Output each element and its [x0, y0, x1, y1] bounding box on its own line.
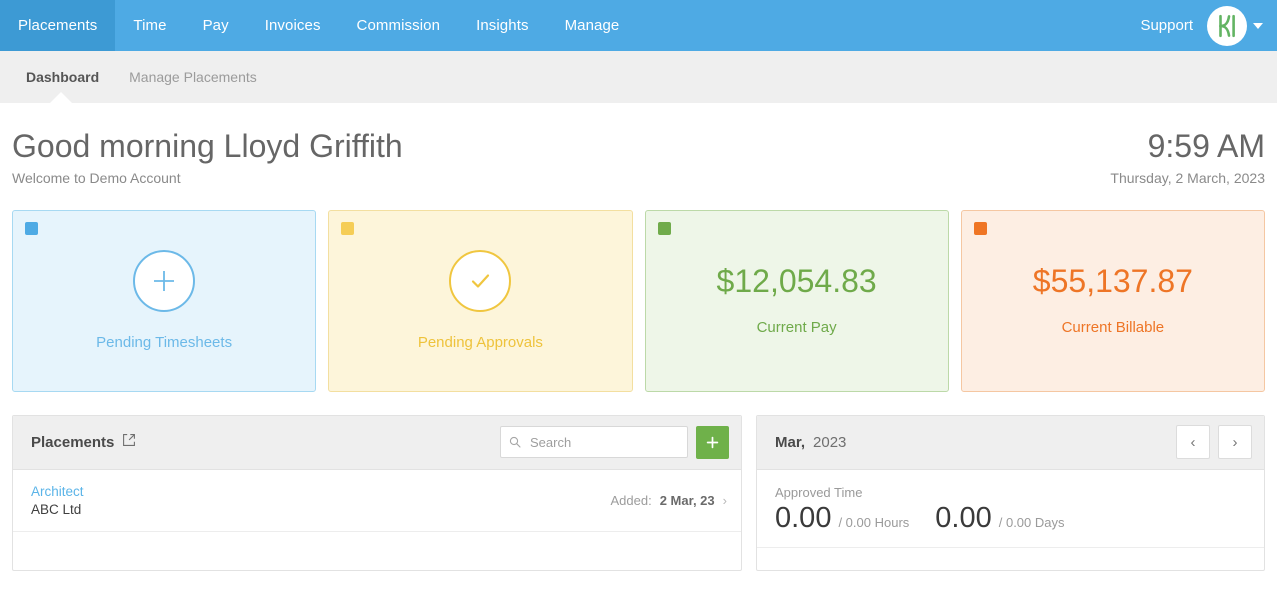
search-box[interactable]	[500, 426, 688, 459]
nav-item-manage[interactable]: Manage	[547, 0, 638, 51]
greeting-right: 9:59 AM Thursday, 2 March, 2023	[1110, 128, 1265, 186]
placement-meta: Added: 2 Mar, 23 ›	[611, 493, 727, 508]
approved-time-panel: Mar, 2023 ‹ › Approved Time 0.00 / 0.00 …	[756, 414, 1265, 571]
card-label: Current Pay	[756, 319, 837, 337]
support-link[interactable]: Support	[1140, 17, 1193, 34]
account-subtitle: Welcome to Demo Account	[12, 169, 181, 186]
year-label: 2023	[813, 433, 847, 451]
approved-panel-overflow	[757, 548, 1264, 570]
placement-company: ABC Ltd	[31, 501, 82, 517]
nav-item-placements[interactable]: Placements	[0, 0, 116, 51]
chevron-down-icon	[1253, 22, 1263, 29]
approved-days-total: / 0.00 Days	[998, 514, 1065, 530]
summary-cards: Pending Timesheets Pending Approvals $12…	[0, 186, 1277, 392]
search-input[interactable]	[528, 427, 687, 458]
card-value: $55,137.87	[1032, 263, 1193, 300]
month-label: Mar,	[775, 433, 806, 451]
placements-panel-header: Placements	[13, 415, 741, 470]
placements-header-controls	[500, 425, 729, 459]
approved-hours-total: / 0.00 Hours	[838, 514, 910, 530]
placement-info: Architect ABC Ltd	[31, 484, 84, 517]
approved-time-panel-header: Mar, 2023 ‹ ›	[757, 415, 1264, 470]
card-value: $12,054.83	[716, 263, 877, 300]
nav-item-insights[interactable]: Insights	[458, 0, 547, 51]
top-nav-items: Placements Time Pay Invoices Commission …	[0, 0, 637, 51]
approved-time-section: Approved Time 0.00 / 0.00 Hours 0.00 / 0…	[757, 470, 1264, 548]
search-icon	[509, 436, 521, 448]
card-current-billable[interactable]: $55,137.87 Current Billable	[960, 209, 1265, 392]
check-icon	[449, 250, 512, 313]
placement-added-label: Added:	[610, 492, 652, 508]
nav-item-label: Placements	[18, 17, 98, 34]
card-color-square	[341, 221, 355, 235]
nav-item-invoices[interactable]: Invoices	[247, 0, 339, 51]
month-year-label: Mar, 2023	[775, 434, 846, 451]
card-label: Pending Approvals	[417, 334, 543, 352]
nav-item-time[interactable]: Time	[115, 0, 184, 51]
placements-panel-title: Placements	[31, 433, 136, 451]
next-month-button[interactable]: ›	[1218, 425, 1252, 460]
card-label: Current Billable	[1061, 319, 1165, 337]
page-title: Good morning Lloyd Griffith	[12, 128, 403, 164]
sub-navigation-bar: Dashboard Manage Placements	[0, 51, 1277, 103]
approved-days-metric: 0.00 / 0.00 Days	[935, 501, 1065, 534]
greeting-section: Good morning Lloyd Griffith Welcome to D…	[0, 103, 1277, 186]
card-label: Pending Timesheets	[96, 334, 233, 352]
approved-time-title: Approved Time	[775, 484, 863, 500]
brand-k-icon	[1219, 14, 1235, 37]
active-subnav-pointer	[50, 92, 72, 103]
card-color-square	[973, 221, 987, 235]
approved-hours-metric: 0.00 / 0.00 Hours	[775, 501, 910, 534]
nav-item-label: Time	[133, 17, 167, 34]
greeting-left: Good morning Lloyd Griffith Welcome to D…	[12, 128, 403, 186]
nav-item-pay[interactable]: Pay	[185, 0, 247, 51]
current-time: 9:59 AM	[1147, 128, 1265, 164]
top-navigation-bar: Placements Time Pay Invoices Commission …	[0, 0, 1277, 51]
table-row[interactable]: Architect ABC Ltd Added: 2 Mar, 23 ›	[13, 470, 741, 532]
avatar	[1207, 5, 1247, 46]
subnav-item-manage-placements[interactable]: Manage Placements	[129, 69, 257, 85]
chevron-right-icon[interactable]: ›	[723, 493, 727, 508]
nav-item-label: Pay	[202, 17, 229, 34]
nav-item-label: Invoices	[264, 17, 321, 34]
nav-item-label: Insights	[476, 17, 529, 34]
nav-item-commission[interactable]: Commission	[339, 0, 459, 51]
current-date: Thursday, 2 March, 2023	[1110, 169, 1265, 186]
external-link-icon[interactable]	[122, 433, 136, 451]
plus-icon	[133, 250, 196, 313]
panel-title-text: Placements	[31, 433, 115, 451]
card-pending-approvals[interactable]: Pending Approvals	[328, 209, 633, 392]
approved-days-value: 0.00	[935, 501, 992, 534]
placement-added-date: 2 Mar, 23	[659, 492, 715, 508]
add-placement-button[interactable]	[696, 425, 729, 459]
placements-panel: Placements Search Architect ABC Ltd Adde…	[12, 414, 742, 571]
placements-list-overflow	[13, 532, 741, 560]
card-current-pay[interactable]: $12,054.83 Current Pay	[644, 209, 949, 392]
top-nav-right-group: Support	[1140, 0, 1277, 51]
previous-month-button[interactable]: ‹	[1176, 425, 1210, 460]
nav-item-label: Manage	[564, 17, 620, 34]
account-menu[interactable]	[1207, 5, 1263, 46]
approved-time-metrics: 0.00 / 0.00 Hours 0.00 / 0.00 Days	[775, 501, 1264, 534]
card-color-square	[25, 221, 38, 235]
month-navigation: ‹ ›	[1176, 425, 1252, 460]
card-pending-timesheets[interactable]: Pending Timesheets	[12, 209, 317, 392]
card-color-square	[657, 221, 671, 235]
nav-item-label: Commission	[356, 17, 441, 34]
dashboard-panels: Placements Search Architect ABC Ltd Adde…	[0, 392, 1277, 571]
subnav-item-dashboard[interactable]: Dashboard	[26, 69, 99, 85]
approved-hours-value: 0.00	[775, 501, 832, 534]
placement-role[interactable]: Architect	[31, 484, 84, 499]
